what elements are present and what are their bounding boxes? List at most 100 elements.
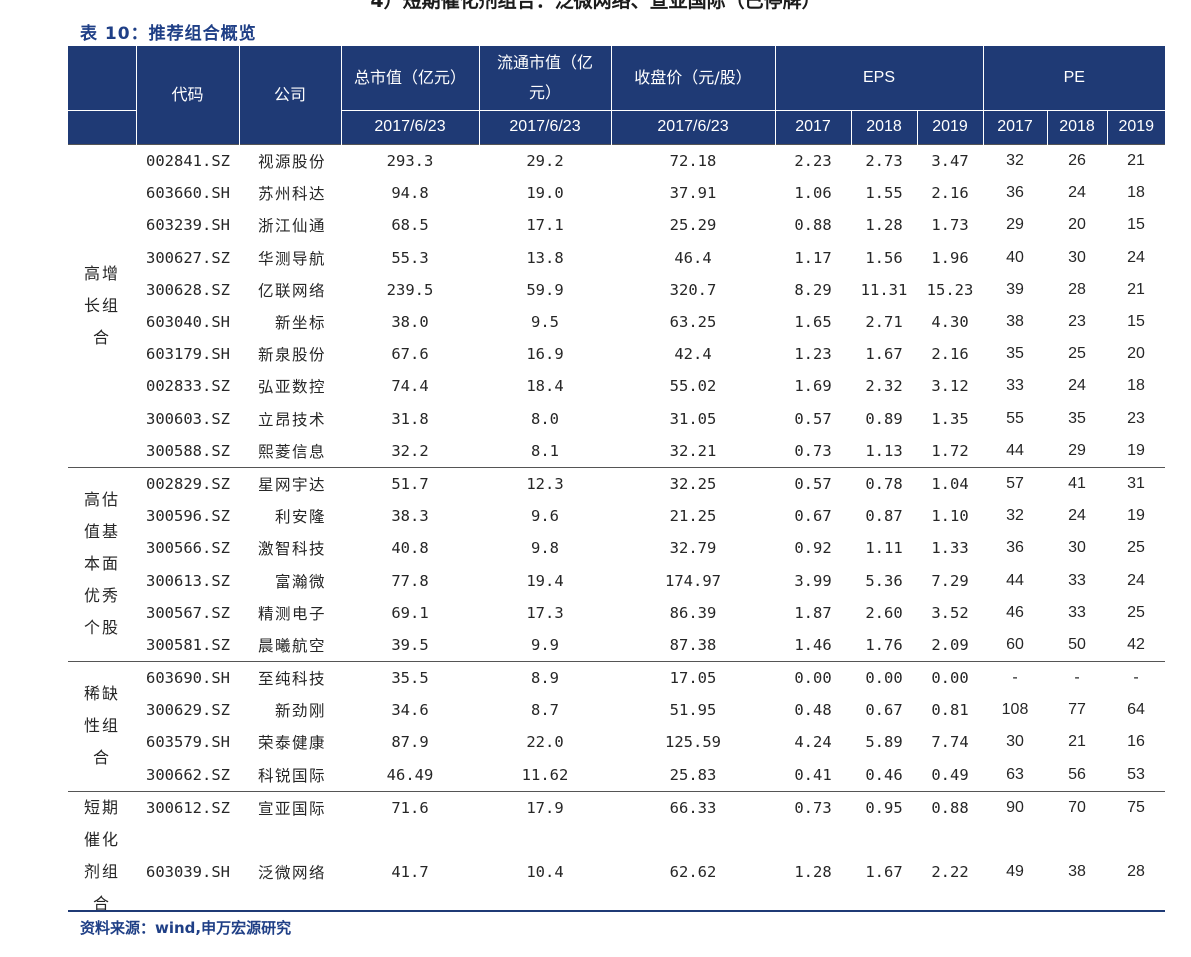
cell-pe-2017: 44 bbox=[1006, 441, 1024, 459]
cell-total-mv: 71.6 bbox=[341, 790, 479, 825]
header-pe-year-2019: 2019 bbox=[1106, 109, 1166, 145]
cell-eps-2019: 2.09 bbox=[931, 635, 969, 654]
cell-float-mv: 17.9 bbox=[479, 790, 611, 825]
cell-eps-2018: 2.73 bbox=[851, 144, 917, 178]
cell-pe-2017: 60 bbox=[1006, 635, 1024, 653]
cell-pe-2018: 29 bbox=[1068, 441, 1086, 459]
table-row: 高增长组合 002841.SZ 视源股份 293.3 29.2 72.18 2.23 2.73… bbox=[68, 144, 1166, 468]
cell-float-mv: 11.62 bbox=[521, 765, 569, 784]
cell-code: 300567.SZ bbox=[146, 603, 230, 622]
cell-code: 603179.SH bbox=[146, 345, 230, 364]
cell-pe-2019: 16 bbox=[1127, 733, 1145, 751]
cell-pe-2019: 25 bbox=[1127, 539, 1145, 557]
cell-close: 66.33 bbox=[611, 790, 775, 825]
table-row: 短期催化剂组合 300612.SZ 宣亚国际 71.6 17.9 66.33 0.73 0.9… bbox=[68, 790, 1166, 920]
cell-pe-2018: 30 bbox=[1068, 248, 1086, 266]
cell-total-mv: 38.0 bbox=[391, 313, 429, 332]
cell-pe-2018: 30 bbox=[1068, 539, 1086, 557]
cell-eps-2019: 15.23 bbox=[926, 280, 974, 299]
header-pe-year-2017: 2017 bbox=[982, 109, 1048, 145]
cell-total-mv: 87.9 bbox=[391, 733, 429, 752]
cell-company: 浙江仙通 bbox=[257, 217, 326, 236]
cell-eps-2019: 1.35 bbox=[931, 409, 969, 428]
cell-pe-2017: 38 bbox=[1006, 313, 1024, 331]
cell-pe-2018: 77 bbox=[1068, 701, 1086, 719]
header-code: 代码 bbox=[135, 46, 240, 145]
cell-eps-2018: 2.71 bbox=[865, 313, 903, 332]
cell-pe-2018: 33 bbox=[1068, 603, 1086, 621]
table-row: 稀缺性组合 603690.SH 至纯科技 35.5 8.9 17.05 0.00 0.00 0.… bbox=[68, 661, 1166, 792]
cell-float-mv: 9.9 bbox=[531, 635, 559, 654]
cell-close: 63.25 bbox=[669, 313, 717, 332]
cell-close: 37.91 bbox=[669, 184, 717, 203]
cell-pe-2017: 55 bbox=[1006, 409, 1024, 427]
cell-float-mv: 13.8 bbox=[526, 248, 564, 267]
table-bottom-rule bbox=[68, 910, 1165, 912]
cell-eps-2017: 1.69 bbox=[794, 377, 832, 396]
table-row: 603039.SH 泛微网络 41.7 10.4 62.62 1.28 1.67 2.22 49… bbox=[68, 824, 1165, 919]
cell-eps-2017: 1.46 bbox=[794, 635, 832, 654]
cell-eps-2018: 1.11 bbox=[865, 539, 903, 558]
cell-total-mv: 293.3 bbox=[341, 144, 479, 178]
cell-eps-2018: 1.67 bbox=[865, 863, 903, 882]
cell-total-mv: 35.5 bbox=[341, 661, 479, 695]
header-group-blank-2 bbox=[68, 109, 137, 145]
cell-close: 32.79 bbox=[669, 539, 717, 558]
group-label: 短期催化剂组合 bbox=[68, 790, 136, 920]
table-row: 300566.SZ 激智科技 40.8 9.8 32.79 0.92 1.11 1.33 36 3… bbox=[68, 532, 1165, 564]
cell-pe-2018: - bbox=[1047, 661, 1108, 695]
cell-total-mv: 40.8 bbox=[391, 539, 429, 558]
cell-pe-2017: 29 bbox=[1006, 216, 1024, 234]
cell-eps-2017: 0.92 bbox=[794, 539, 832, 558]
cell-code: 300613.SZ bbox=[146, 571, 230, 590]
cell-pe-2018: 24 bbox=[1068, 507, 1086, 525]
cell-close: 86.39 bbox=[669, 603, 717, 622]
cell-company: 视源股份 bbox=[239, 144, 341, 178]
cell-total-mv: 46.49 bbox=[386, 765, 434, 784]
recommended-portfolio-table: 代码 公司 总市值（亿元） 流通市值（亿元） 收盘价（元/股） EPS PE 2… bbox=[68, 46, 1166, 920]
cell-pe-2018: 35 bbox=[1068, 409, 1086, 427]
cell-pe-2017: 32 bbox=[1006, 507, 1024, 525]
cell-pe-2018: 41 bbox=[1047, 466, 1108, 501]
cell-eps-2019: 2.16 bbox=[931, 345, 969, 364]
cell-close: 72.18 bbox=[611, 144, 775, 178]
cell-code: 603239.SH bbox=[146, 216, 230, 235]
cell-eps-2018: 0.67 bbox=[865, 701, 903, 720]
cell-pe-2018: 38 bbox=[1068, 863, 1086, 881]
cell-pe-2018: 70 bbox=[1047, 790, 1108, 825]
cell-float-mv: 12.3 bbox=[479, 466, 611, 501]
cell-pe-2017: 108 bbox=[1001, 701, 1029, 719]
cell-company: 晨曦航空 bbox=[257, 636, 326, 655]
cell-pe-2017: 30 bbox=[1006, 733, 1024, 751]
cell-float-mv: 8.1 bbox=[531, 441, 559, 460]
cell-eps-2018: 0.95 bbox=[851, 790, 917, 825]
header-close: 收盘价（元/股） bbox=[610, 46, 776, 111]
cell-close: 87.38 bbox=[669, 635, 717, 654]
table-row: 603179.SH 新泉股份 67.6 16.9 42.4 1.23 1.67 2.16 35 2… bbox=[68, 338, 1165, 370]
cell-close: 46.4 bbox=[674, 248, 712, 267]
cell-eps-2019: 3.52 bbox=[931, 603, 969, 622]
cell-company: 苏州科达 bbox=[257, 185, 326, 204]
cell-pe-2018: 28 bbox=[1068, 280, 1086, 298]
table-body: 高增长组合 002841.SZ 视源股份 293.3 29.2 72.18 2.23 2.73… bbox=[68, 144, 1166, 920]
cell-close: 32.25 bbox=[611, 466, 775, 501]
cell-eps-2018: 1.13 bbox=[865, 441, 903, 460]
cell-eps-2019: 1.33 bbox=[931, 539, 969, 558]
cell-pe-2017: - bbox=[983, 661, 1048, 695]
table-row: 300662.SZ 科锐国际 46.49 11.62 25.83 0.41 0.46 0.49… bbox=[68, 759, 1165, 792]
cell-code: 300612.SZ bbox=[136, 790, 239, 825]
cell-total-mv: 94.8 bbox=[391, 184, 429, 203]
cell-pe-2017: 40 bbox=[1006, 248, 1024, 266]
cell-company: 至纯科技 bbox=[239, 661, 341, 695]
cell-pe-2018: 20 bbox=[1068, 216, 1086, 234]
cell-code: 603040.SH bbox=[146, 313, 230, 332]
cell-total-mv: 69.1 bbox=[391, 603, 429, 622]
cell-close: 25.83 bbox=[669, 765, 717, 784]
cell-company: 激智科技 bbox=[257, 540, 326, 559]
table-row: 300567.SZ 精测电子 69.1 17.3 86.39 1.87 2.60 3.52 46… bbox=[68, 597, 1165, 629]
cell-total-mv: 31.8 bbox=[391, 409, 429, 428]
cell-pe-2019: 19 bbox=[1127, 441, 1145, 459]
table-row: 603239.SH 浙江仙通 68.5 17.1 25.29 0.88 1.28 1.73 29… bbox=[68, 209, 1165, 241]
cell-total-mv: 239.5 bbox=[386, 280, 434, 299]
cell-float-mv: 16.9 bbox=[526, 345, 564, 364]
